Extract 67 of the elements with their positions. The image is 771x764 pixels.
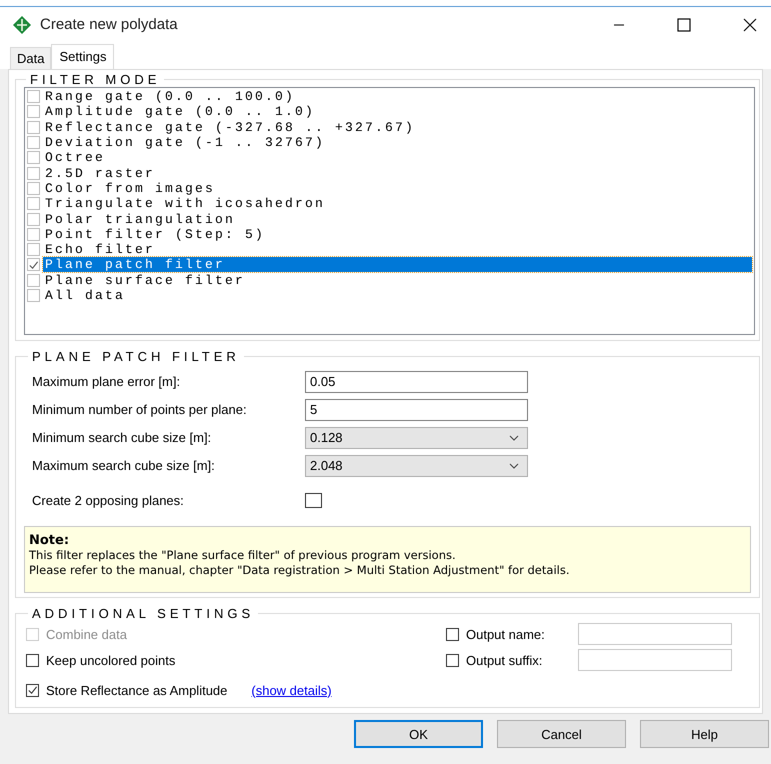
checkbox[interactable] — [27, 90, 40, 104]
checkbox[interactable] — [305, 493, 322, 508]
list-item[interactable]: Plane surface filter — [43, 272, 752, 288]
checkbox[interactable] — [27, 289, 40, 302]
close-icon[interactable] — [743, 18, 757, 32]
checkbox[interactable] — [27, 258, 40, 272]
list-item[interactable]: Triangulate with icosahedron — [43, 196, 752, 212]
list-item[interactable]: Range gate (0.0 .. 100.0) — [43, 89, 752, 104]
checkbox[interactable] — [446, 628, 459, 640]
checkbox[interactable] — [27, 228, 40, 241]
group-title: PLANE PATCH FILTER — [31, 349, 241, 364]
checkbox-label: Store Reflectance as Amplitude — [46, 682, 228, 698]
list-item[interactable]: Reflectance gate (-327.68 .. +327.67) — [43, 120, 752, 135]
chevron-down-icon — [509, 434, 519, 440]
checkbox-label: Combine data — [46, 626, 127, 642]
dialog-button[interactable]: OK — [354, 720, 483, 748]
checkbox[interactable] — [27, 166, 40, 180]
checkbox[interactable] — [27, 151, 40, 164]
checkbox[interactable] — [27, 197, 40, 210]
note-text: Please refer to the manual, chapter "Data registration > Multi Station Adjustment" for details. — [29, 563, 570, 578]
checkbox[interactable] — [446, 654, 459, 666]
chevron-down-icon — [509, 462, 519, 468]
checkbox[interactable] — [26, 684, 39, 696]
field-label: Minimum search cube size [m]: — [32, 430, 212, 445]
group-title: FILTER MODE — [29, 72, 162, 87]
dropdown[interactable]: 0.128 — [305, 426, 528, 448]
checkbox-label: Output suffix: — [466, 652, 544, 668]
list-item[interactable]: Echo filter — [43, 242, 752, 258]
window-title: Create new polydata — [40, 16, 178, 33]
checkbox-label: Output name: — [466, 626, 546, 642]
tab[interactable]: Settings — [51, 44, 114, 69]
list-item[interactable]: 2.5D raster — [43, 166, 752, 181]
checkbox[interactable] — [27, 274, 40, 287]
note-text: This filter replaces the "Plane surface filter" of previous program versions. — [29, 548, 457, 563]
checkbox-label: Keep uncolored points — [46, 652, 176, 668]
list-item[interactable]: Amplitude gate (0.0 .. 1.0) — [43, 104, 752, 120]
list-item[interactable]: Color from images — [43, 180, 752, 196]
checkbox[interactable] — [27, 136, 40, 150]
list-item[interactable]: Deviation gate (-1 .. 32767) — [43, 135, 752, 150]
dropdown[interactable]: 2.048 — [305, 454, 528, 476]
note-title: Note: — [29, 533, 70, 548]
group-title: ADDITIONAL SETTINGS — [31, 606, 256, 621]
tab[interactable]: Data — [10, 47, 52, 69]
input-field[interactable] — [578, 623, 732, 645]
list-item[interactable]: Polar triangulation — [43, 212, 752, 227]
checkbox[interactable] — [27, 243, 40, 256]
checkbox[interactable] — [27, 105, 40, 118]
checkbox[interactable] — [27, 182, 40, 195]
list-item[interactable]: Point filter (Step: 5) — [43, 226, 752, 242]
maximize-icon[interactable] — [677, 18, 691, 32]
input-field[interactable]: 5 — [305, 398, 528, 420]
checkbox[interactable] — [27, 120, 40, 134]
input-field[interactable] — [578, 649, 732, 671]
list-item[interactable]: Plane patch filter — [43, 257, 752, 272]
input-field[interactable]: 0.05 — [305, 370, 528, 392]
dialog-button[interactable]: Cancel — [497, 720, 626, 748]
app-logo-icon — [12, 14, 32, 34]
field-label: Maximum search cube size [m]: — [32, 458, 216, 473]
list-item[interactable]: All data — [43, 288, 752, 303]
dialog-button[interactable]: Help — [640, 720, 769, 748]
list-item[interactable]: Octree — [43, 150, 752, 166]
field-label: Create 2 opposing planes: — [32, 493, 185, 508]
checkbox[interactable] — [27, 212, 40, 226]
field-label: Maximum plane error [m]: — [32, 374, 182, 389]
show-details-link[interactable]: (show details) — [251, 682, 332, 698]
checkbox[interactable] — [26, 654, 39, 666]
field-label: Minimum number of points per plane: — [32, 402, 248, 417]
